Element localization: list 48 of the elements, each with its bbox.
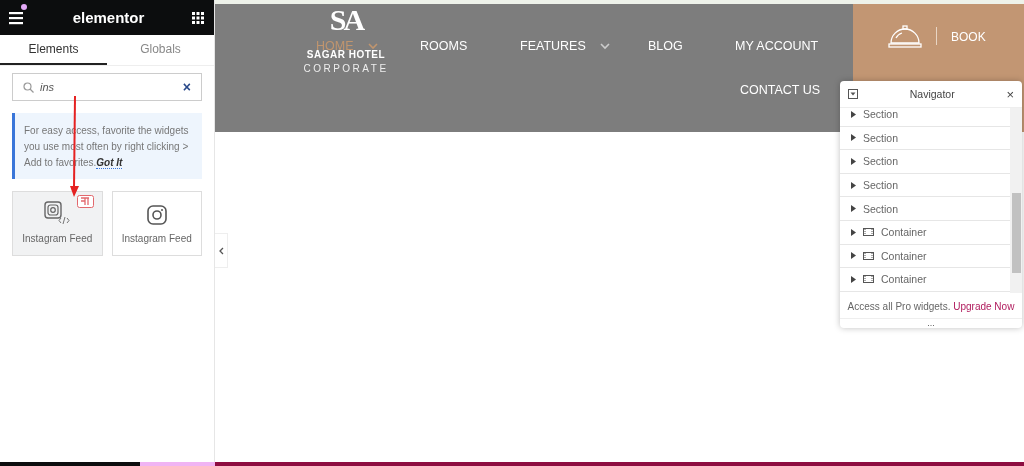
widget-label: Instagram Feed <box>22 233 93 244</box>
search-field[interactable]: ins × <box>12 73 202 101</box>
widget-card[interactable]: Instagram Feed <box>111 191 202 256</box>
upgrade-link[interactable]: Upgrade Now <box>953 301 1015 312</box>
expand-arrow-icon <box>851 134 856 142</box>
expand-arrow-icon <box>851 181 856 189</box>
got-it-link[interactable]: Got It <box>96 157 123 169</box>
logo-monogram: SA <box>329 4 363 36</box>
logo-tagline: CORPORATE <box>303 63 389 74</box>
expand-arrow-icon <box>851 205 856 213</box>
notification-dot <box>21 4 27 10</box>
expand-arrow-icon <box>851 252 856 260</box>
promo-text: Access all Pro widgets. Upgrade Now <box>840 293 1022 319</box>
collapse-icon[interactable] <box>848 89 858 99</box>
expand-arrow-icon <box>851 110 856 118</box>
service-bell-icon <box>888 24 922 50</box>
close-button[interactable]: × <box>1006 86 1014 102</box>
scrollbar[interactable] <box>1010 108 1022 293</box>
expand-arrow-icon <box>851 275 856 283</box>
clear-button[interactable]: × <box>182 79 191 95</box>
container-icon <box>863 228 874 237</box>
menu-icon[interactable] <box>9 10 25 25</box>
chevron-left-icon <box>218 246 224 255</box>
nav-link[interactable]: FEATURES <box>520 39 648 53</box>
navigator-item[interactable]: Section <box>840 108 1010 127</box>
expand-arrow-icon <box>851 158 856 165</box>
instagram-code-icon <box>44 201 71 225</box>
nav-link[interactable]: ROOMS <box>420 39 520 53</box>
nav-link[interactable]: CONTACT US <box>740 83 821 97</box>
resize-handle[interactable]: ... <box>840 319 1022 328</box>
nav-link[interactable]: MY ACCOUNT <box>735 39 819 53</box>
instagram-icon <box>146 205 167 225</box>
navigator-item[interactable]: Container <box>840 244 1010 269</box>
navigator-item[interactable]: Container <box>840 268 1010 292</box>
container-icon <box>863 275 874 284</box>
grid-icon[interactable] <box>192 11 204 24</box>
collapse-handle[interactable] <box>215 233 228 268</box>
search-text: ins <box>40 81 56 93</box>
expand-arrow-icon <box>851 228 856 236</box>
panel-title: elementor <box>72 9 145 26</box>
navigator-item[interactable]: Container <box>840 220 1010 245</box>
logo-name: SAGAR HOTEL <box>306 49 386 60</box>
widget-label: Instagram Feed <box>121 233 192 244</box>
widget-card[interactable]: Instagram Feed <box>12 191 103 256</box>
search-icon <box>23 81 34 93</box>
container-icon <box>863 251 874 260</box>
nav-link[interactable]: BLOG <box>648 39 735 53</box>
navigator-title: Navigator <box>908 88 956 100</box>
